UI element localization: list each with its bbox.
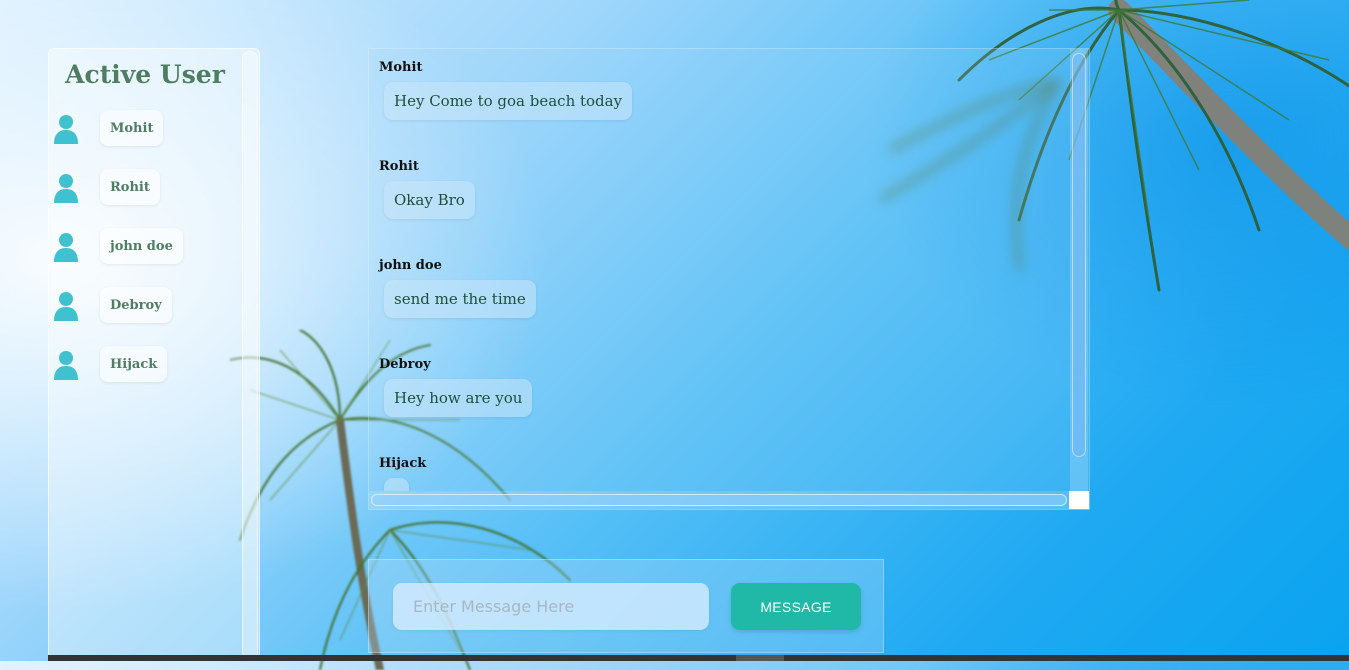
- page-horizontal-scroll-thumb[interactable]: [736, 655, 784, 661]
- user-name: Hijack: [100, 346, 168, 382]
- chat-horizontal-scrollbar[interactable]: [369, 491, 1069, 509]
- chat-message: john doe send me the time: [379, 258, 536, 318]
- message-sender: Mohit: [379, 60, 423, 75]
- user-name: Debroy: [100, 287, 172, 323]
- message-sender: Hijack: [379, 456, 427, 471]
- chat-scroll-area[interactable]: Mohit Hey Come to goa beach today Rohit …: [369, 49, 1069, 491]
- chat-vertical-scrollbar[interactable]: [1070, 49, 1088, 491]
- send-message-button[interactable]: MESSAGE: [731, 583, 861, 630]
- sidebar-title: Active User: [65, 60, 225, 89]
- chat-message: Rohit Okay Bro: [379, 159, 475, 219]
- message-bubble: Okay Bro: [384, 181, 475, 219]
- scrollbar-corner: [1069, 491, 1089, 509]
- sidebar-scrollbar[interactable]: [242, 51, 258, 661]
- chat-vertical-scroll-thumb[interactable]: [1072, 53, 1086, 457]
- message-sender: Debroy: [379, 357, 431, 372]
- message-bubble: Hey Come to goa beach today: [384, 82, 633, 120]
- user-icon: [54, 115, 78, 144]
- user-icon: [54, 174, 78, 203]
- message-composer: MESSAGE: [368, 559, 884, 653]
- user-name: john doe: [100, 228, 183, 264]
- chat-horizontal-scroll-thumb[interactable]: [371, 494, 1067, 506]
- user-icon: [54, 233, 78, 262]
- active-users-sidebar: Active User Mohit Rohit john doe Debroy …: [48, 48, 260, 661]
- message-input[interactable]: [393, 583, 709, 630]
- chat-message: Debroy Hey how are you: [379, 357, 533, 417]
- user-name: Rohit: [100, 169, 160, 205]
- user-icon: [54, 292, 78, 321]
- page-horizontal-scrollbar[interactable]: [48, 655, 1349, 661]
- message-sender: Rohit: [379, 159, 419, 174]
- message-bubble: send me the time: [384, 280, 536, 318]
- message-sender: john doe: [379, 258, 442, 273]
- message-bubble: .: [384, 478, 409, 491]
- chat-message: Mohit Hey Come to goa beach today: [379, 60, 633, 120]
- chat-messages-panel: Mohit Hey Come to goa beach today Rohit …: [368, 48, 1090, 510]
- chat-message: Hijack .: [379, 456, 426, 491]
- user-name: Mohit: [100, 110, 164, 146]
- user-icon: [54, 351, 78, 380]
- message-bubble: Hey how are you: [384, 379, 533, 417]
